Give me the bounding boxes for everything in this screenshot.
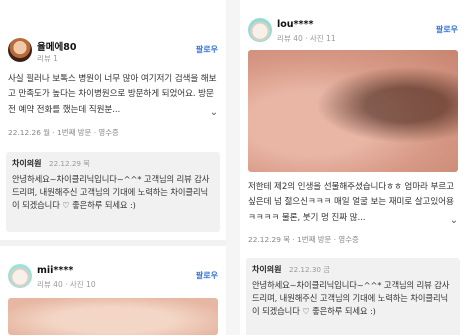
review-photo[interactable] — [248, 50, 458, 172]
chevron-down-icon[interactable]: ⌄ — [210, 105, 218, 120]
review-header: lou**** 리뷰 40 · 사진 11 팔로우 — [240, 16, 466, 52]
review-text: 사실 필러나 보톡스 병원이 너무 많아 여기저기 검색을 해보고 만족도가 높… — [8, 74, 217, 115]
divider — [0, 240, 226, 246]
visit-info: 22.12.26 월 · 1번째 방문 · 영수증 — [8, 128, 119, 137]
review-text-block[interactable]: 저한테 제2의 인생을 선물해주셨습니다ㅎㅎ 엄마라 부르고싶은데 넘 젊으신ㅋ… — [240, 180, 466, 228]
reviewer-nickname[interactable]: lou**** — [277, 19, 313, 30]
reply-date: 22.12.29 목 — [49, 159, 90, 168]
review-column-left: 율메에80 리뷰 1 팔로우 사실 필러나 보톡스 병원이 너무 많아 여기저기… — [0, 0, 226, 335]
owner-reply-wrap: 차이의원 22.12.29 목 안녕하세요~차이클리닉입니다~^^* 고객님의 … — [0, 152, 226, 232]
review-header: 율메에80 리뷰 1 팔로우 — [0, 36, 226, 72]
review-text-block[interactable]: 사실 필러나 보톡스 병원이 너무 많아 여기저기 검색을 해보고 만족도가 높… — [0, 72, 226, 120]
review-header: mii**** 리뷰 40 · 사진 10 팔로우 — [0, 262, 226, 298]
reply-text: 안녕하세요~차이클리닉입니다~^^* 고객님의 리뷰 감사드리며, 내원해주신 … — [252, 280, 450, 317]
review-card: mii**** 리뷰 40 · 사진 10 팔로우 — [0, 262, 226, 298]
avatar[interactable] — [248, 18, 272, 42]
reviewer-nickname[interactable]: 율메에80 — [37, 39, 76, 53]
review-column-right: lou**** 리뷰 40 · 사진 11 팔로우 저한테 제2의 인생을 선물… — [240, 0, 466, 335]
reviewer-nickname[interactable]: mii**** — [37, 265, 73, 276]
review-text: 저한테 제2의 인생을 선물해주셨습니다ㅎㅎ 엄마라 부르고싶은데 넘 젊으신ㅋ… — [248, 182, 454, 223]
reply-date: 22.12.30 금 — [289, 265, 330, 274]
owner-reply: 차이의원 22.12.29 목 안녕하세요~차이클리닉입니다~^^* 고객님의 … — [6, 152, 220, 232]
reply-header: 차이의원 22.12.30 금 — [252, 264, 454, 275]
review-card: lou**** 리뷰 40 · 사진 11 팔로우 — [240, 16, 466, 52]
reviewer-meta: 리뷰 40 · 사진 11 — [277, 34, 336, 43]
owner-reply-wrap: 차이의원 22.12.30 금 안녕하세요~차이클리닉입니다~^^* 고객님의 … — [240, 258, 466, 335]
follow-button[interactable]: 팔로우 — [436, 24, 458, 35]
avatar[interactable] — [8, 264, 32, 288]
reply-header: 차이의원 22.12.29 목 — [12, 158, 214, 169]
avatar[interactable] — [8, 38, 32, 62]
visit-info: 22.12.29 목 · 1번째 방문 · 영수증 — [248, 235, 359, 244]
follow-button[interactable]: 팔로우 — [196, 44, 218, 55]
follow-button[interactable]: 팔로우 — [196, 270, 218, 281]
review-photo[interactable] — [8, 298, 218, 335]
reviewer-meta: 리뷰 40 · 사진 10 — [37, 280, 96, 289]
owner-reply: 차이의원 22.12.30 금 안녕하세요~차이클리닉입니다~^^* 고객님의 … — [246, 258, 460, 335]
review-body: 저한테 제2의 인생을 선물해주셨습니다ㅎㅎ 엄마라 부르고싶은데 넘 젊으신ㅋ… — [240, 180, 466, 245]
reply-owner-name: 차이의원 — [252, 265, 282, 274]
chevron-down-icon[interactable]: ⌄ — [450, 213, 458, 228]
reply-text: 안녕하세요~차이클리닉입니다~^^* 고객님의 리뷰 감사드리며, 내원해주신 … — [12, 174, 210, 211]
reviewer-meta: 리뷰 1 — [37, 54, 58, 63]
reply-owner-name: 차이의원 — [12, 159, 42, 168]
review-card: 율메에80 리뷰 1 팔로우 사실 필러나 보톡스 병원이 너무 많아 여기저기… — [0, 36, 226, 138]
